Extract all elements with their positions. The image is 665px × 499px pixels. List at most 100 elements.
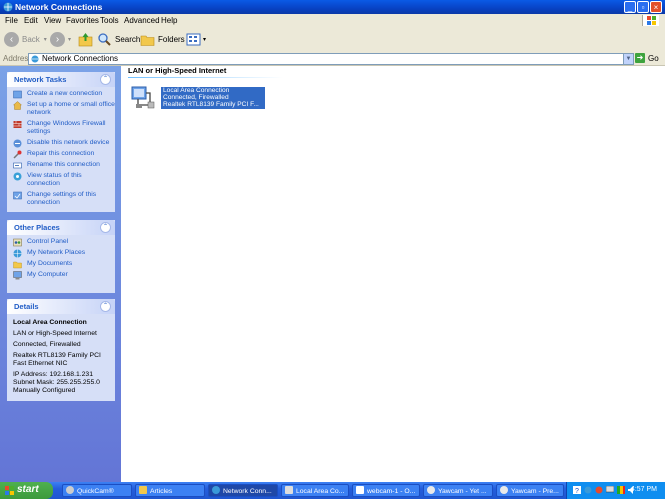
menu-edit[interactable]: Edit — [24, 16, 38, 25]
task-label: Rename this connection — [27, 161, 100, 168]
task-view-status[interactable]: View status of this connection — [13, 172, 115, 188]
address-value: Network Connections — [42, 54, 119, 63]
new-connection-icon — [13, 90, 22, 99]
network-tray-icon[interactable] — [584, 486, 592, 494]
taskbar-button-quickcam[interactable]: QuickCam® — [62, 484, 132, 497]
lan-connection-label[interactable]: Local Area Connection Connected, Firewal… — [161, 87, 265, 109]
address-dropdown-button[interactable]: ▼ — [623, 54, 633, 64]
taskbar-button-articles[interactable]: Articles — [135, 484, 205, 497]
taskbar-button-webcam[interactable]: webcam-1 - O... — [352, 484, 420, 497]
up-folder-button[interactable] — [78, 31, 93, 48]
views-icon — [186, 33, 201, 46]
collapse-chevron-icon[interactable]: ⌃ — [100, 222, 111, 233]
menu-file[interactable]: File — [5, 16, 18, 25]
task-rename-connection[interactable]: Rename this connection — [13, 161, 115, 169]
back-button[interactable]: ‹ Back ▾ — [4, 31, 47, 48]
taskbar-button-local-area[interactable]: Local Area Co... — [281, 484, 349, 497]
folder-up-icon — [78, 33, 93, 47]
search-button[interactable]: Search — [97, 31, 140, 48]
taskbar: start QuickCam® Articles Network Conn...… — [0, 482, 665, 499]
place-my-documents[interactable]: My Documents — [13, 260, 115, 269]
task-label: View status of this connection — [27, 172, 82, 187]
network-icon — [285, 486, 293, 494]
taskbar-button-label: webcam-1 - O... — [367, 488, 416, 495]
taskbar-button-label: QuickCam® — [77, 488, 114, 495]
views-button[interactable]: ▾ — [186, 31, 206, 48]
details-device: Realtek RTL8139 Family PCI Fast Ethernet… — [13, 352, 101, 367]
app-tray-icon[interactable] — [617, 486, 625, 494]
other-places-title: Other Places — [14, 223, 60, 232]
task-create-connection[interactable]: Create a new connection — [13, 90, 115, 99]
address-input[interactable]: Network Connections ▼ — [28, 53, 634, 65]
menu-tools[interactable]: Tools — [100, 16, 119, 25]
taskbar-button-yawcam-1[interactable]: Yawcam - Yet ... — [423, 484, 493, 497]
chevron-down-icon: ▾ — [203, 37, 207, 43]
task-label: Disable this network device — [27, 139, 110, 146]
task-home-network[interactable]: Set up a home or small office network — [13, 101, 115, 117]
content-area[interactable]: LAN or High-Speed Internet Local Area Co… — [121, 66, 665, 482]
close-button[interactable]: × — [650, 1, 662, 13]
start-button[interactable]: start — [0, 482, 53, 499]
monitor-tray-icon[interactable] — [606, 486, 614, 494]
details-header[interactable]: Details ⌃ — [7, 299, 115, 314]
search-icon — [98, 33, 111, 46]
folders-label: Folders — [158, 35, 185, 44]
security-icon[interactable] — [595, 486, 603, 494]
toolbar: ‹ Back ▾ › ▾ Search Folders ▾ — [0, 27, 665, 53]
menu-help[interactable]: Help — [161, 16, 177, 25]
clock: 4:57 PM — [630, 486, 657, 493]
taskbar-button-label: Articles — [150, 488, 173, 495]
forward-button[interactable]: › ▾ — [50, 31, 71, 48]
network-tasks-header[interactable]: Network Tasks ⌃ — [7, 72, 115, 87]
webcam-icon — [356, 486, 364, 494]
computer-icon — [13, 271, 22, 280]
home-network-icon — [13, 101, 22, 110]
collapse-chevron-icon[interactable]: ⌃ — [100, 74, 111, 85]
go-button[interactable]: ➜ Go — [635, 53, 659, 63]
network-places-icon — [13, 249, 22, 258]
taskbar-button-network-connections[interactable]: Network Conn... — [208, 484, 278, 497]
place-label: My Computer — [27, 271, 68, 278]
address-bar: Address Network Connections ▼ ➜ Go — [0, 52, 665, 66]
rename-icon — [13, 162, 22, 169]
details-type: LAN or High-Speed Internet — [13, 330, 97, 337]
go-arrow-icon: ➜ — [635, 53, 645, 63]
start-label: start — [17, 484, 39, 495]
lan-name: Local Area Connection — [163, 87, 230, 94]
documents-folder-icon — [13, 261, 22, 269]
details-subnet-mask: Subnet Mask: 255.255.255.0 — [13, 379, 100, 386]
collapse-chevron-icon[interactable]: ⌃ — [100, 301, 111, 312]
menu-view[interactable]: View — [44, 16, 61, 25]
network-connections-icon — [3, 2, 13, 12]
folder-icon — [139, 486, 147, 494]
yawcam-icon — [427, 486, 435, 494]
place-my-computer[interactable]: My Computer — [13, 271, 115, 280]
status-icon — [13, 172, 22, 181]
details-configuration: Manually Configured — [13, 387, 76, 394]
svg-text:?: ? — [575, 488, 579, 494]
place-my-network-places[interactable]: My Network Places — [13, 249, 115, 258]
menu-favorites[interactable]: Favorites — [66, 16, 99, 25]
details-name: Local Area Connection — [13, 319, 87, 326]
other-places-header[interactable]: Other Places ⌃ — [7, 220, 115, 235]
chevron-down-icon: ▾ — [68, 37, 72, 43]
network-tasks-title: Network Tasks — [14, 75, 67, 84]
help-icon[interactable]: ? — [573, 486, 581, 494]
maximize-button[interactable]: ▫ — [637, 1, 649, 13]
task-repair-connection[interactable]: Repair this connection — [13, 150, 115, 159]
minimize-button[interactable]: _ — [624, 1, 636, 13]
task-firewall-settings[interactable]: Change Windows Firewall settings — [13, 120, 115, 136]
title-bar[interactable]: Network Connections _ ▫ × — [0, 0, 665, 14]
menu-advanced[interactable]: Advanced — [124, 16, 160, 25]
folders-button[interactable]: Folders — [140, 31, 185, 48]
task-disable-device[interactable]: Disable this network device — [13, 139, 115, 148]
task-change-settings[interactable]: Change settings of this connection — [13, 191, 115, 207]
place-label: My Network Places — [27, 249, 86, 256]
folders-icon — [140, 35, 155, 46]
details-title: Details — [14, 302, 39, 311]
network-tasks-box: Network Tasks ⌃ Create a new connection … — [7, 72, 115, 212]
windows-flag-icon — [5, 486, 14, 495]
repair-icon — [13, 150, 22, 159]
taskbar-button-yawcam-2[interactable]: Yawcam - Pre... — [496, 484, 564, 497]
place-control-panel[interactable]: Control Panel — [13, 238, 115, 247]
